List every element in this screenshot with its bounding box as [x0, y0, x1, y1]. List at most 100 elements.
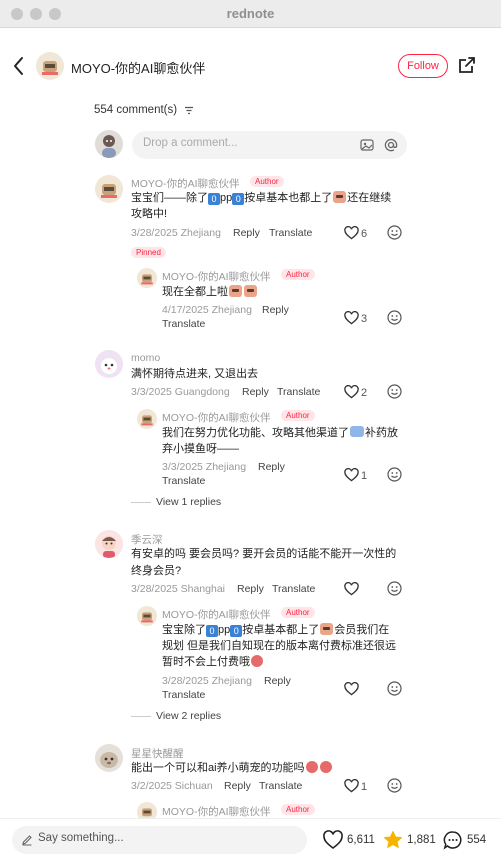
- divider: [131, 716, 151, 717]
- cat-sticker-icon: [333, 191, 347, 203]
- comment-avatar[interactable]: [95, 530, 123, 558]
- reply-button[interactable]: Reply: [262, 304, 289, 316]
- reply-text-line: 弃小摸鱼呀——: [162, 443, 239, 455]
- reply-button[interactable]: Reply: [237, 583, 264, 595]
- reply-button[interactable]: Reply: [242, 386, 269, 398]
- translate-button[interactable]: Translate: [162, 475, 205, 487]
- translate-button[interactable]: Translate: [162, 318, 205, 330]
- say-something-input[interactable]: [38, 832, 238, 844]
- reply-avatar[interactable]: [137, 268, 157, 288]
- author-badge: Author: [281, 804, 315, 815]
- crying-face-icon: [319, 761, 332, 773]
- sort-icon[interactable]: [184, 106, 194, 115]
- like-count: 2: [361, 387, 368, 399]
- author-name[interactable]: MOYO-你的AI聊愈伙伴: [71, 58, 205, 77]
- comment-username[interactable]: momo: [131, 352, 160, 364]
- window-title: rednote: [226, 6, 275, 21]
- comment-text-part: 还在继续: [347, 192, 392, 204]
- emoji-reaction-icon[interactable]: [387, 225, 402, 240]
- pill-sticker-icon: [350, 426, 364, 437]
- zero-emoji-icon: 0: [208, 193, 220, 205]
- comment-text-part: 宝宝们——除了: [131, 192, 208, 204]
- comment-date-location: 3/2/2025 Sichuan: [131, 780, 213, 792]
- view-replies-button[interactable]: View 1 replies: [156, 496, 221, 508]
- comment-username[interactable]: 季云深: [131, 532, 163, 547]
- like-heart-icon[interactable]: [323, 830, 343, 850]
- reply-text-line: 暂时不会上付费哦: [162, 654, 264, 671]
- comment-avatar[interactable]: [95, 744, 123, 772]
- heart-icon[interactable]: [344, 468, 359, 482]
- reply-date-location: 3/3/2025 Zhejiang: [162, 461, 247, 473]
- comment-bubble-icon[interactable]: [443, 830, 463, 850]
- reply-avatar[interactable]: [137, 409, 157, 429]
- reply-button[interactable]: Reply: [264, 675, 291, 687]
- cat-sticker-icon: [244, 285, 257, 297]
- author-avatar[interactable]: [36, 52, 64, 80]
- share-icon[interactable]: [457, 55, 477, 75]
- heart-icon[interactable]: [344, 385, 359, 399]
- comment-avatar[interactable]: [95, 175, 123, 203]
- translate-button[interactable]: Translate: [272, 583, 315, 595]
- like-count: 1: [361, 781, 368, 793]
- view-replies-button[interactable]: View 2 replies: [156, 710, 221, 722]
- heart-icon[interactable]: [344, 682, 359, 696]
- emoji-reaction-icon[interactable]: [387, 384, 402, 399]
- emoji-reaction-icon[interactable]: [387, 310, 402, 325]
- reply-username[interactable]: MOYO-你的AI聊愈伙伴: [162, 804, 271, 819]
- translate-button[interactable]: Translate: [277, 386, 320, 398]
- heart-icon[interactable]: [344, 779, 359, 793]
- reply-date-location: 3/28/2025 Zhejiang: [162, 675, 252, 687]
- cat-sticker-icon: [320, 623, 334, 635]
- emoji-reaction-icon[interactable]: [387, 467, 402, 482]
- comment-text-line: 终身会员?: [131, 565, 182, 577]
- translate-button[interactable]: Translate: [259, 780, 302, 792]
- image-icon[interactable]: [360, 138, 374, 152]
- reply-text-line: 规划 但是我们自知现在的版本离付费标准还很远: [162, 640, 397, 652]
- reply-text-part: pp: [218, 624, 231, 636]
- comment-username[interactable]: MOYO-你的AI聊愈伙伴: [131, 176, 240, 191]
- reply-button[interactable]: Reply: [224, 780, 251, 792]
- comment-date-location: 3/3/2025 Guangdong: [131, 386, 230, 398]
- reply-button[interactable]: Reply: [258, 461, 285, 473]
- comment-count: 554 comment(s): [94, 104, 178, 116]
- comment-input-box[interactable]: [132, 131, 407, 159]
- comment-date-location: 3/28/2025 Shanghai: [131, 583, 226, 595]
- comment-text-part: pp: [220, 192, 233, 204]
- like-count: 3: [361, 313, 368, 325]
- comment-total: 554: [467, 834, 487, 846]
- cat-sticker-icon: [229, 285, 242, 297]
- mention-icon[interactable]: [384, 138, 398, 152]
- comment-text-part: 按卓基本也都上了: [244, 192, 333, 204]
- comment-avatar[interactable]: [95, 350, 123, 378]
- author-badge: Author: [281, 269, 315, 280]
- emoji-reaction-icon[interactable]: [387, 581, 402, 596]
- like-total: 6,611: [347, 834, 375, 846]
- collect-total: 1,881: [407, 834, 436, 846]
- collect-star-icon[interactable]: [383, 830, 403, 850]
- reply-text-part: 补药放: [365, 427, 398, 439]
- translate-button[interactable]: Translate: [269, 227, 312, 239]
- reply-avatar[interactable]: [137, 606, 157, 626]
- reply-username[interactable]: MOYO-你的AI聊愈伙伴: [162, 410, 271, 425]
- heart-icon[interactable]: [344, 582, 359, 596]
- reply-username[interactable]: MOYO-你的AI聊愈伙伴: [162, 269, 271, 284]
- like-count: 1: [361, 470, 368, 482]
- reply-text-part: 暂时不会上付费哦: [162, 656, 250, 668]
- my-avatar: [95, 130, 123, 158]
- emoji-reaction-icon[interactable]: [387, 681, 402, 696]
- reply-username[interactable]: MOYO-你的AI聊愈伙伴: [162, 607, 271, 622]
- pencil-icon: [22, 835, 32, 846]
- back-icon[interactable]: [12, 55, 26, 77]
- say-something-box[interactable]: [12, 826, 307, 854]
- comment-text: 能出一个可以和ai养小萌宠的功能吗: [131, 760, 333, 777]
- heart-icon[interactable]: [344, 311, 359, 325]
- comment-username[interactable]: 星星快醒醒: [131, 746, 184, 761]
- translate-button[interactable]: Translate: [162, 689, 205, 701]
- author-badge: Author: [281, 607, 315, 618]
- emoji-reaction-icon[interactable]: [387, 778, 402, 793]
- comment-input[interactable]: [143, 137, 343, 149]
- heart-icon[interactable]: [344, 226, 359, 240]
- reply-button[interactable]: Reply: [233, 227, 260, 239]
- follow-button[interactable]: Follow: [398, 54, 448, 78]
- reply-text: 我们在努力优化功能、攻略其他渠道了 补药放: [162, 425, 398, 442]
